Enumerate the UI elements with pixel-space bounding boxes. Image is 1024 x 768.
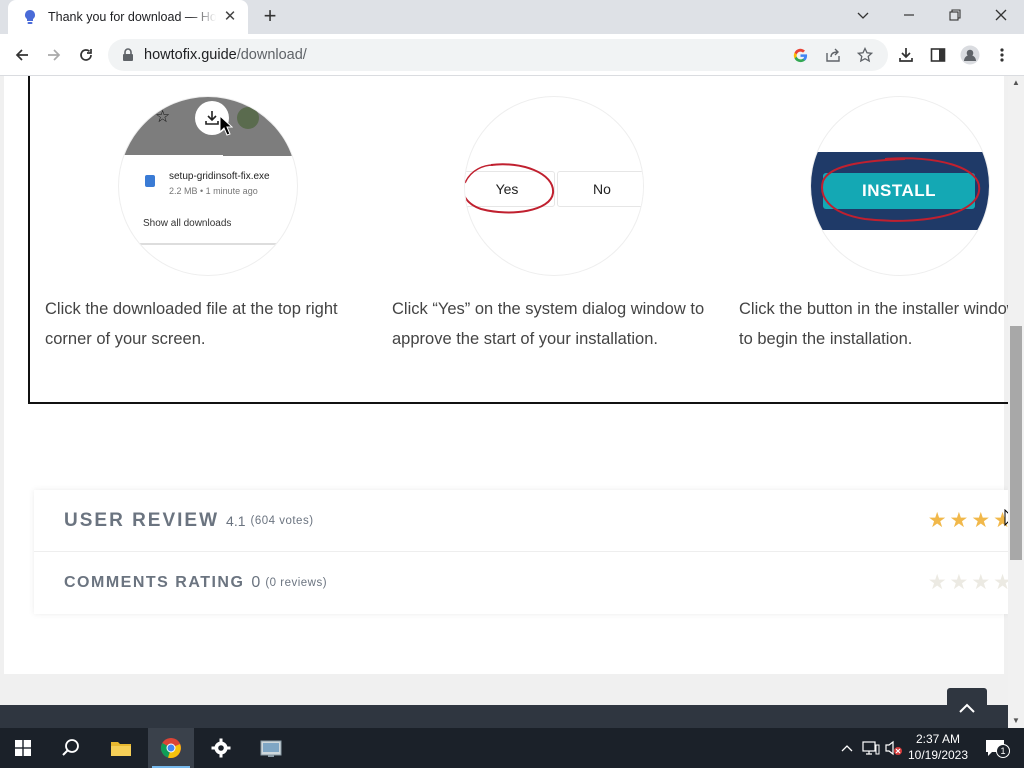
file-meta: 2.2 MB • 1 minute ago [169, 186, 258, 196]
search-icon[interactable] [48, 728, 94, 768]
step-2-text: Click “Yes” on the system dialog window … [392, 300, 705, 348]
comments-rating-row: COMMENTS RATING 0 (0 reviews) ★ ★ ★ ★ [34, 552, 1008, 614]
user-review-stars[interactable]: ★ ★ ★ ★ [928, 508, 1008, 533]
clock-time: 2:37 AM [915, 732, 961, 746]
step-2-illustration: Yes No [464, 96, 644, 276]
address-bar[interactable]: howtofix.guide/download/ [108, 39, 888, 71]
volume-muted-icon[interactable] [883, 728, 905, 768]
profile-icon[interactable] [956, 42, 984, 68]
page-viewport: ☆ setup-gridinsoft-fix.exe 2.2 MB • 1 mi… [0, 76, 1008, 728]
avatar [237, 107, 259, 129]
chevron-up-icon[interactable] [838, 728, 856, 768]
red-circle-annotation [465, 163, 555, 214]
share-icon[interactable] [818, 39, 848, 71]
windows-taskbar: 2:37 AM 10/19/2023 1 [0, 728, 1024, 768]
step-1-text: Click the downloaded file at the top rig… [45, 300, 338, 348]
user-review-label: USER REVIEW [64, 509, 220, 531]
windows-icon[interactable] [0, 728, 46, 768]
file-icon [145, 175, 155, 187]
network-icon[interactable] [860, 728, 882, 768]
notification-icon[interactable]: 1 [980, 728, 1010, 768]
star-icon[interactable]: ★ [928, 570, 947, 595]
comments-rating-votes: (0 reviews) [265, 577, 328, 589]
back-icon[interactable] [8, 42, 36, 68]
reload-icon[interactable] [72, 42, 100, 68]
user-review-row: USER REVIEW 4.1 (604 votes) ★ ★ ★ ★ [34, 490, 1008, 552]
page-scrollbar[interactable]: ▲ ▼ [1008, 76, 1024, 728]
comments-rating-label: COMMENTS RATING [64, 574, 245, 591]
url-text[interactable]: howtofix.guide/download/ [144, 47, 307, 63]
star-icon[interactable]: ★ [971, 508, 990, 533]
page-footer [0, 705, 1008, 728]
clock-date: 10/19/2023 [907, 748, 969, 762]
folder-icon[interactable] [98, 728, 144, 768]
bulb-favicon [25, 10, 35, 24]
star-icon[interactable]: ★ [950, 570, 969, 595]
more-icon[interactable] [988, 42, 1016, 68]
star-icon[interactable]: ★ [950, 508, 969, 533]
comments-rating-stars[interactable]: ★ ★ ★ ★ [928, 570, 1008, 595]
google-icon[interactable] [785, 39, 815, 71]
tab-title: Thank you for download — HowToFix.Guide [48, 10, 216, 24]
gear-icon[interactable] [198, 728, 244, 768]
scroll-to-top-button[interactable] [947, 688, 987, 728]
scroll-up-arrow[interactable]: ▲ [1008, 76, 1024, 90]
app-icon[interactable] [248, 728, 294, 768]
scrollbar-thumb[interactable] [1010, 326, 1022, 560]
plus-icon[interactable]: + [258, 5, 282, 28]
step-3-text: Click the button in the installer window… [739, 300, 1008, 348]
chevron-up-icon [959, 703, 975, 713]
close-window-icon[interactable] [978, 0, 1024, 30]
star-icon[interactable]: ★ [971, 570, 990, 595]
chevron-down-icon[interactable] [840, 0, 886, 30]
sidepanel-icon[interactable] [924, 42, 952, 68]
lock-icon[interactable] [120, 47, 136, 63]
no-button-illustration: No [557, 171, 643, 207]
restore-icon[interactable] [932, 0, 978, 30]
forward-icon[interactable] [40, 42, 68, 68]
star-icon[interactable]: ★ [993, 570, 1008, 595]
close-icon[interactable]: ✕ [222, 9, 238, 25]
user-review-score: 4.1 [226, 512, 246, 529]
show-all-downloads: Show all downloads [143, 218, 232, 229]
download-icon[interactable] [892, 42, 920, 68]
star-icon[interactable]: ★ [928, 508, 947, 533]
file-name: setup-gridinsoft-fix.exe [169, 171, 270, 182]
taskbar-clock[interactable]: 2:37 AM 10/19/2023 [906, 731, 970, 763]
no-label: No [593, 181, 611, 197]
browser-toolbar: howtofix.guide/download/ [0, 34, 1024, 76]
review-card: USER REVIEW 4.1 (604 votes) ★ ★ ★ ★ COMM… [34, 490, 1008, 614]
scroll-down-arrow[interactable]: ▼ [1008, 714, 1024, 728]
install-steps: ☆ setup-gridinsoft-fix.exe 2.2 MB • 1 mi… [28, 76, 1008, 404]
mouse-cursor-icon [219, 115, 233, 136]
tab-strip: Thank you for download — HowToFix.Guide … [0, 0, 1024, 34]
notification-count: 1 [996, 744, 1010, 758]
star-icon: ☆ [155, 107, 171, 126]
red-circle-annotation [821, 157, 981, 222]
minimize-icon[interactable] [886, 0, 932, 30]
browser-tab-active[interactable]: Thank you for download — HowToFix.Guide … [8, 0, 248, 34]
star-icon[interactable] [850, 39, 880, 71]
step-1-illustration: ☆ setup-gridinsoft-fix.exe 2.2 MB • 1 mi… [118, 96, 298, 276]
chrome-icon[interactable] [148, 728, 194, 768]
comments-rating-score: 0 [251, 574, 261, 591]
user-review-votes: (604 votes) [250, 514, 314, 527]
step-3-illustration: INSTALL [810, 96, 990, 276]
